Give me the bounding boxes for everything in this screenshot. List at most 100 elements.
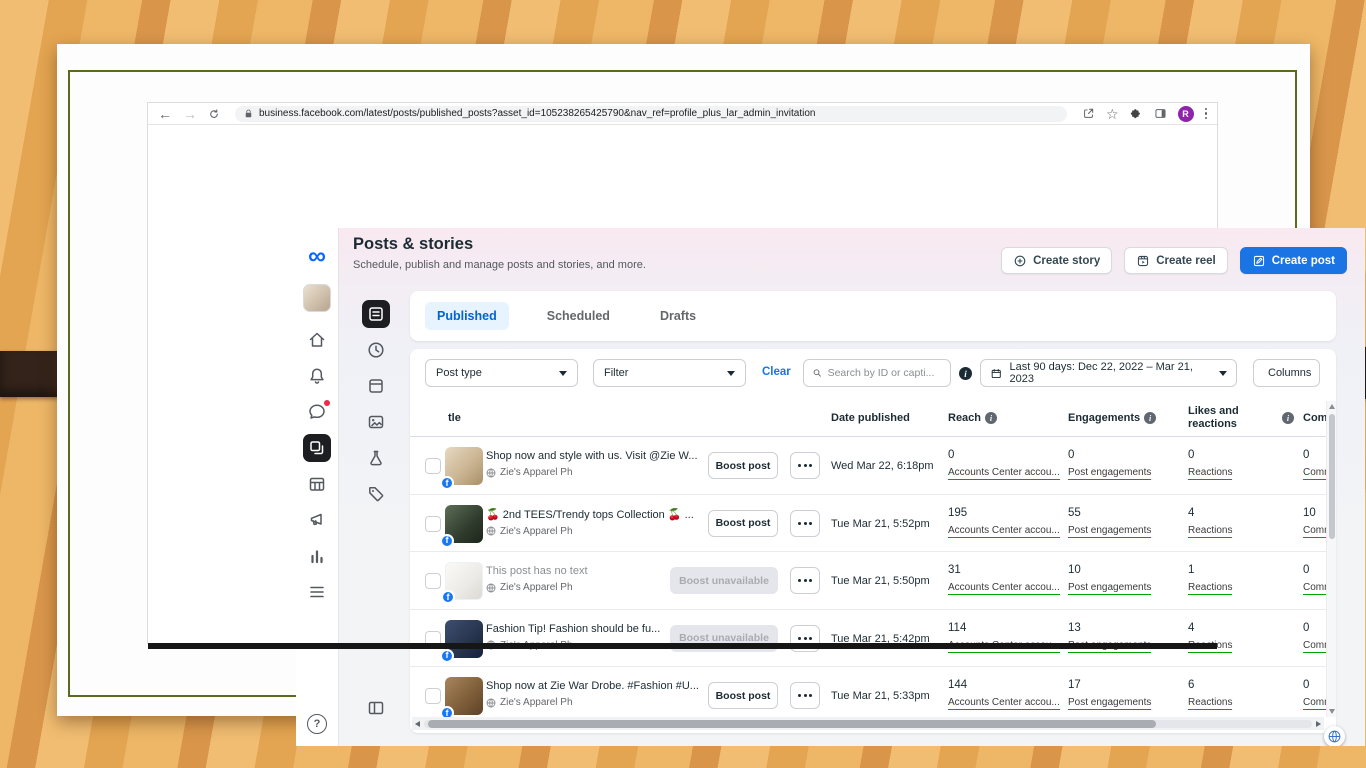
notifications-bell-icon[interactable] — [303, 362, 331, 390]
reach-sublabel[interactable]: Accounts Center accou... — [948, 467, 1060, 480]
likes-cell: 4 Reactions — [1188, 507, 1233, 538]
refresh-icon[interactable] — [208, 108, 220, 120]
extensions-puzzle-icon[interactable] — [1130, 107, 1143, 120]
content-photo-icon[interactable] — [362, 408, 390, 436]
reach-sublabel[interactable]: Accounts Center accou... — [948, 582, 1060, 595]
chevron-down-icon — [727, 370, 735, 376]
browser-menu-icon[interactable] — [1204, 107, 1207, 120]
info-icon[interactable]: i — [1282, 412, 1294, 424]
create-story-button[interactable]: Create story — [1001, 247, 1113, 274]
insights-chart-icon[interactable] — [303, 542, 331, 570]
post-title[interactable]: Fashion Tip! Fashion should be fu... — [486, 623, 698, 635]
scroll-left-arrow[interactable] — [415, 720, 420, 727]
comments-sublabel[interactable]: Comm... — [1303, 582, 1326, 595]
scrollbar-thumb[interactable] — [428, 719, 1157, 728]
likes-sublabel[interactable]: Reactions — [1188, 525, 1233, 538]
post-thumbnail: f — [441, 562, 483, 604]
browser-profile-avatar[interactable]: R — [1177, 105, 1194, 122]
comments-sublabel[interactable]: Comm... — [1303, 640, 1326, 653]
scheduled-clock-icon[interactable] — [362, 336, 390, 364]
bookmark-star-icon[interactable]: ☆ — [1106, 107, 1119, 121]
reach-value: 31 — [948, 564, 961, 576]
comments-cell: 0 Comm... — [1303, 449, 1326, 480]
reach-sublabel[interactable]: Accounts Center accou... — [948, 525, 1060, 538]
ab-test-flask-icon[interactable] — [362, 444, 390, 472]
lock-icon — [244, 108, 253, 119]
comments-cell: 0 Comm... — [1303, 564, 1326, 595]
info-icon[interactable]: i — [1144, 412, 1157, 424]
planner-grid-icon[interactable] — [303, 470, 331, 498]
post-title[interactable]: This post has no text — [486, 565, 698, 577]
inbox-chat-icon[interactable] — [303, 398, 331, 426]
row-more-button[interactable] — [790, 567, 820, 594]
comments-sublabel[interactable]: Comm... — [1303, 525, 1326, 538]
clear-filters-link[interactable]: Clear — [762, 366, 791, 378]
row-more-button[interactable] — [790, 509, 820, 537]
vertical-scrollbar[interactable] — [1326, 401, 1336, 717]
engagements-sublabel[interactable]: Post engagements — [1068, 525, 1152, 538]
comments-sublabel[interactable]: Comm... — [1303, 467, 1326, 480]
help-icon[interactable]: ? — [307, 714, 327, 734]
tags-icon[interactable] — [362, 480, 390, 508]
engagements-value: 13 — [1068, 621, 1081, 634]
back-icon[interactable]: ← — [158, 107, 172, 121]
create-post-button[interactable]: Create post — [1239, 247, 1347, 274]
filter-dropdown[interactable]: Filter — [593, 359, 746, 387]
facebook-badge-icon: f — [441, 590, 455, 604]
post-thumbnail: f — [440, 504, 483, 548]
address-bar[interactable]: business.facebook.com/latest/posts/publi… — [235, 105, 1067, 122]
tab-published[interactable]: Published — [425, 302, 509, 330]
search-box[interactable] — [803, 359, 951, 387]
post-title[interactable]: Shop now and style with us. Visit @Zie W… — [486, 450, 698, 462]
date-range-button[interactable]: Last 90 days: Dec 22, 2022 – Mar 21, 202… — [980, 359, 1237, 387]
likes-cell: 0 Reactions — [1188, 449, 1233, 480]
search-input[interactable] — [827, 367, 942, 379]
scroll-right-arrow[interactable] — [1316, 720, 1321, 727]
engagements-sublabel[interactable]: Post engagements — [1068, 582, 1152, 595]
boost-post-button[interactable]: Boost post — [708, 452, 778, 479]
comments-sublabel[interactable]: Comm... — [1303, 697, 1326, 710]
tab-drafts[interactable]: Drafts — [648, 302, 708, 330]
scrollbar-thumb[interactable] — [1329, 414, 1335, 539]
language-globe-button[interactable] — [1324, 726, 1345, 746]
scroll-down-arrow[interactable] — [1328, 709, 1335, 714]
search-info-icon[interactable]: i — [959, 367, 972, 380]
collapse-sidebar-icon[interactable] — [362, 694, 390, 722]
likes-sublabel[interactable]: Reactions — [1188, 697, 1233, 710]
posts-nav-icon-selected[interactable] — [303, 434, 331, 462]
page-avatar[interactable] — [303, 284, 331, 312]
meta-logo-icon[interactable]: ∞ — [308, 244, 326, 269]
planner-frame-icon[interactable] — [362, 372, 390, 400]
post-title[interactable]: Shop now at Zie War Drobe. #Fashion #U..… — [486, 680, 698, 692]
more-menu-icon[interactable] — [303, 578, 331, 606]
column-reach: Reach i — [948, 412, 998, 424]
row-checkbox[interactable] — [425, 688, 441, 704]
engagements-sublabel[interactable]: Post engagements — [1068, 697, 1152, 710]
row-checkbox[interactable] — [425, 458, 441, 474]
row-more-button[interactable] — [790, 682, 820, 709]
table-row: f 🍒 2nd TEES/Trendy tops Collection 🍒 ..… — [410, 495, 1326, 552]
row-more-button[interactable] — [790, 452, 820, 479]
likes-sublabel[interactable]: Reactions — [1188, 582, 1233, 595]
post-type-dropdown[interactable]: Post type — [425, 359, 578, 387]
side-panel-icon[interactable] — [1154, 107, 1167, 120]
horizontal-scrollbar[interactable] — [412, 717, 1324, 730]
post-title[interactable]: 🍒 2nd TEES/Trendy tops Collection 🍒 ... — [486, 508, 698, 521]
create-reel-button[interactable]: Create reel — [1124, 247, 1228, 274]
likes-cell: 6 Reactions — [1188, 679, 1233, 710]
columns-button[interactable]: Columns — [1253, 359, 1320, 387]
scroll-up-arrow[interactable] — [1328, 404, 1335, 409]
info-icon[interactable]: i — [985, 412, 998, 424]
likes-sublabel[interactable]: Reactions — [1188, 467, 1233, 480]
row-checkbox[interactable] — [425, 515, 441, 532]
home-icon[interactable] — [303, 326, 331, 354]
tab-scheduled[interactable]: Scheduled — [535, 302, 622, 330]
reach-sublabel[interactable]: Accounts Center accou... — [948, 697, 1060, 710]
boost-post-button[interactable]: Boost post — [708, 509, 778, 537]
row-checkbox[interactable] — [425, 573, 441, 589]
posts-section-icon-selected[interactable] — [362, 300, 390, 328]
boost-post-button[interactable]: Boost post — [708, 682, 778, 709]
engagements-sublabel[interactable]: Post engagements — [1068, 467, 1152, 480]
share-icon[interactable] — [1082, 107, 1095, 120]
ads-megaphone-icon[interactable] — [303, 506, 331, 534]
